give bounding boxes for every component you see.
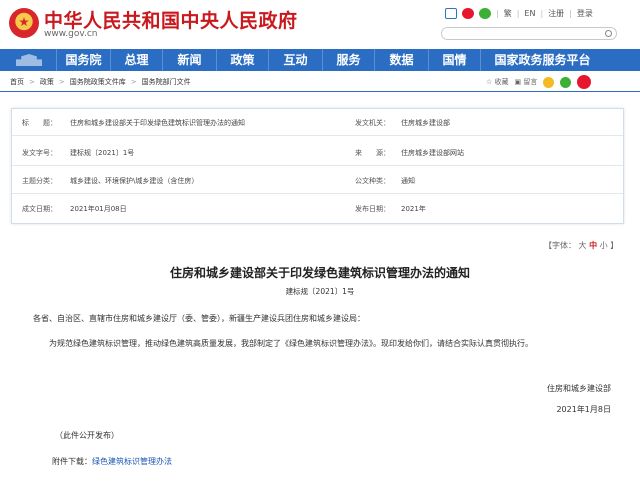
breadcrumb-policy[interactable]: 政策 — [40, 77, 54, 87]
breadcrumb-home[interactable]: 首页 — [10, 77, 24, 87]
pub-date-label: 发布日期： — [355, 205, 390, 213]
title-value: 住房和城乡建设部关于印发绿色建筑标识管理办法的通知 — [70, 119, 245, 127]
document-signature: 住房和城乡建设部 — [547, 384, 611, 393]
qzone-share-icon[interactable] — [543, 76, 555, 88]
attachment-label: 附件下载： — [52, 457, 92, 466]
site-url: www.gov.cn — [44, 29, 98, 39]
main-nav: 国务院 总理 新闻 政策 互动 服务 数据 国情 国家政务服务平台 — [0, 49, 640, 71]
chevron-right-icon: > — [29, 78, 35, 86]
english-link[interactable]: EN — [524, 9, 535, 18]
font-small-button[interactable]: 小 — [600, 241, 608, 250]
font-medium-button[interactable]: 中 — [589, 241, 597, 250]
nav-premier[interactable]: 总理 — [110, 49, 162, 71]
font-control-prefix: 【字体： — [544, 241, 576, 250]
info-row: 主题分类： 城乡建设、环境保护\城乡建设（含住房） 公文种类： 通知 — [12, 167, 623, 194]
nav-policy[interactable]: 政策 — [216, 49, 268, 71]
type-value: 通知 — [401, 177, 415, 185]
source-label: 来 源： — [355, 149, 390, 157]
search-icon[interactable] — [605, 30, 612, 37]
info-row: 成文日期： 2021年01月08日 发布日期： 2021年 — [12, 195, 623, 222]
nav-gov-service-platform[interactable]: 国家政务服务平台 — [480, 49, 604, 71]
nav-service[interactable]: 服务 — [322, 49, 374, 71]
message-label: 留言 — [523, 78, 538, 86]
nav-news[interactable]: 新闻 — [162, 49, 216, 71]
traditional-link[interactable]: 繁 — [504, 8, 512, 19]
wechat-icon[interactable] — [479, 8, 491, 19]
breadcrumb-dept-docs[interactable]: 国务院部门文件 — [142, 77, 191, 87]
topic-value: 城乡建设、环境保护\城乡建设（含住房） — [70, 177, 199, 185]
font-large-button[interactable]: 大 — [579, 241, 587, 250]
search-input[interactable] — [441, 27, 617, 40]
document-date: 2021年1月8日 — [556, 405, 611, 414]
document-title: 住房和城乡建设部关于印发绿色建筑标识管理办法的通知 — [169, 266, 470, 280]
chevron-right-icon: > — [130, 78, 137, 86]
attachment-link[interactable]: 绿色建筑标识管理办法 — [92, 457, 172, 466]
type-label: 公文种类： — [355, 177, 390, 185]
login-link[interactable]: 登录 — [577, 8, 593, 19]
font-control-suffix: 】 — [610, 241, 619, 250]
breadcrumb-library[interactable]: 国务院政策文件库 — [70, 77, 126, 87]
issuer-value: 住房城乡建设部 — [401, 119, 450, 127]
chevron-right-icon: > — [58, 78, 65, 86]
public-note: （此件公开发布） — [55, 431, 119, 440]
font-size-control: 【字体： 大 中 小 】 — [544, 240, 618, 251]
nav-state-council[interactable]: 国务院 — [56, 49, 110, 71]
document-info-table: 标 题： 住房和城乡建设部关于印发绿色建筑标识管理办法的通知 发文机关： 住房城… — [11, 108, 624, 224]
site-header: 中华人民共和国中央人民政府 www.gov.cn | 繁 | EN | 注册 |… — [0, 0, 640, 45]
breadcrumb: 首页 > 政策 > 国务院政策文件库 > 国务院部门文件 — [10, 77, 191, 87]
favorite-button[interactable]: ☆ 收藏 — [486, 77, 509, 87]
register-link[interactable]: 注册 — [548, 8, 564, 19]
favorite-label: 收藏 — [494, 78, 509, 86]
source-value: 住房城乡建设部网站 — [401, 149, 464, 157]
wechat-share-icon[interactable] — [560, 76, 572, 88]
doc-no-value: 建标规〔2021〕1号 — [70, 149, 135, 157]
nav-home-icon[interactable] — [0, 49, 56, 71]
share-bar: ☆ 收藏 ▣ 留言 — [486, 75, 592, 89]
issuer-label: 发文机关： — [355, 119, 390, 127]
weibo-icon[interactable] — [462, 8, 474, 19]
nav-national[interactable]: 国情 — [428, 49, 480, 71]
document-number: 建标规〔2021〕1号 — [285, 287, 355, 296]
breadcrumb-divider — [0, 91, 640, 92]
date-value: 2021年01月08日 — [70, 205, 127, 213]
top-links: | 繁 | EN | 注册 | 登录 — [445, 8, 593, 19]
national-emblem-icon — [9, 8, 39, 38]
app-icon[interactable] — [445, 8, 457, 19]
nav-interaction[interactable]: 互动 — [268, 49, 322, 71]
document-salutation: 各省、自治区、直辖市住房和城乡建设厅（委、管委），新疆生产建设兵团住房和城乡建设… — [33, 314, 365, 323]
nav-data[interactable]: 数据 — [374, 49, 428, 71]
document-body: 为规范绿色建筑标识管理，推动绿色建筑高质量发展，我部制定了《绿色建筑标识管理办法… — [49, 339, 533, 348]
attachment-row: 附件下载：绿色建筑标识管理办法 — [52, 454, 172, 469]
info-row: 标 题： 住房和城乡建设部关于印发绿色建筑标识管理办法的通知 发文机关： 住房城… — [12, 109, 623, 136]
message-button[interactable]: ▣ 留言 — [515, 77, 538, 87]
doc-no-label: 发文字号： — [22, 149, 57, 157]
weibo-share-icon[interactable] — [577, 75, 592, 89]
title-label: 标 题： — [22, 119, 57, 127]
info-row: 发文字号： 建标规〔2021〕1号 来 源： 住房城乡建设部网站 — [12, 139, 623, 166]
date-label: 成文日期： — [22, 205, 57, 213]
pub-date-value: 2021年 — [401, 205, 426, 213]
topic-label: 主题分类： — [22, 177, 57, 185]
